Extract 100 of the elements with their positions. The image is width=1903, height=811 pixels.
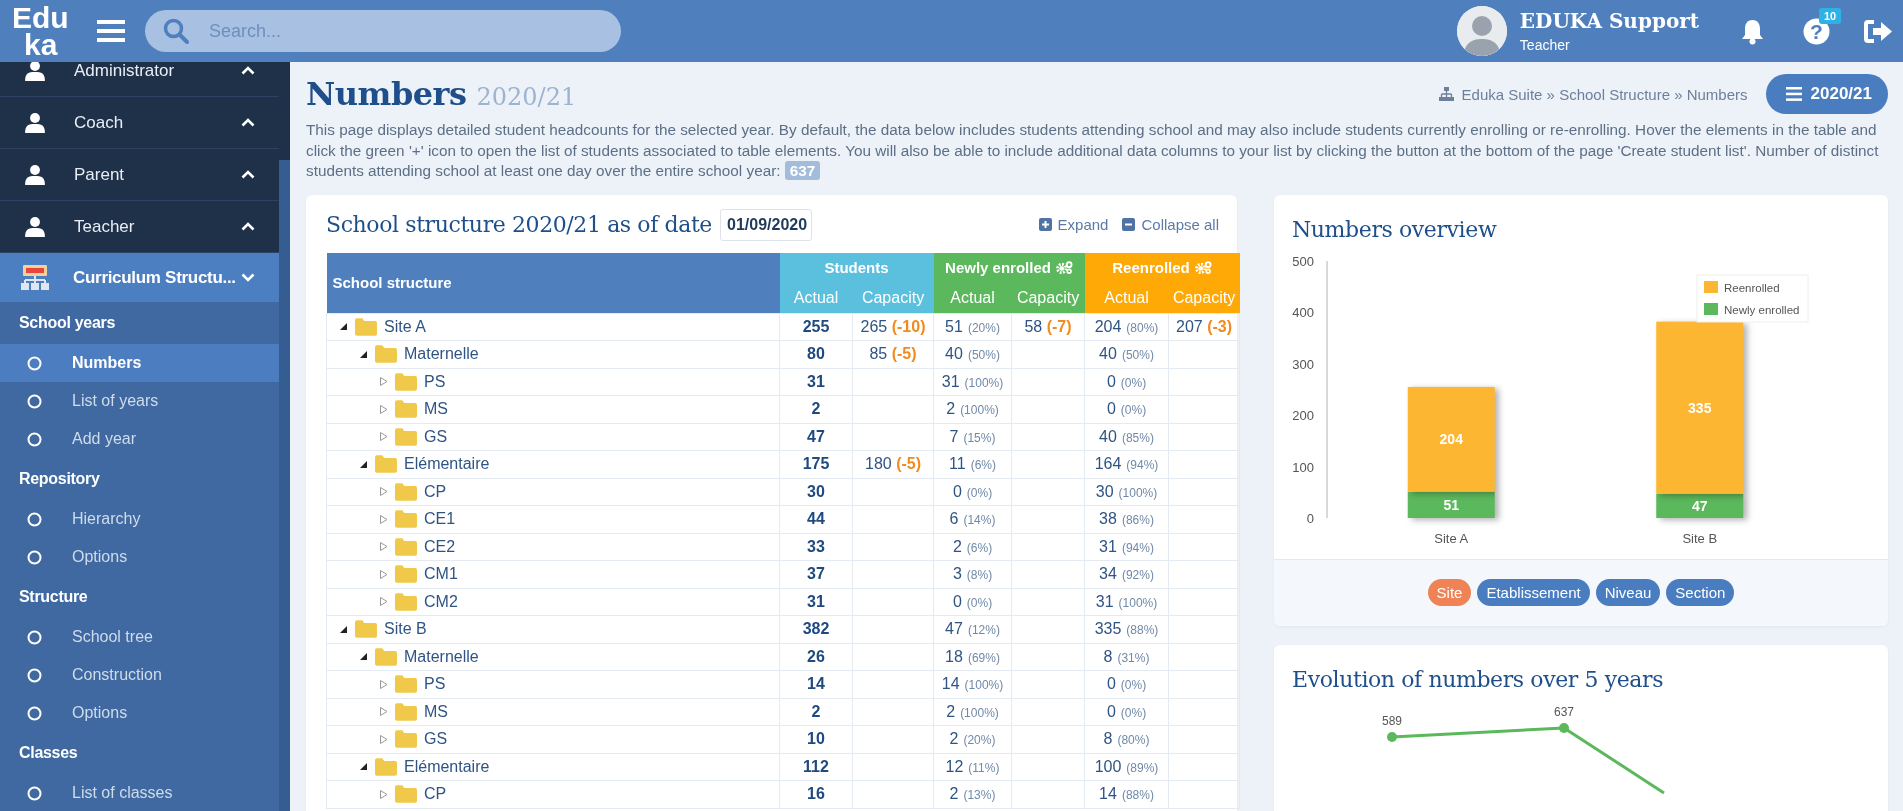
table-cell: 2 [779,698,853,726]
tree-node-label[interactable]: CP [424,482,447,501]
legend-label[interactable]: Newly enrolled [1724,303,1800,316]
filter-chip[interactable]: Niveau [1595,579,1661,606]
collapsed-triangle-icon[interactable] [379,487,388,497]
tree-node-label[interactable]: GS [424,427,448,446]
chevron-down-icon[interactable] [241,273,255,282]
card-title: School structure 2020/21 as of date [326,212,712,237]
column-group-label: Newly enrolled [945,259,1051,276]
table-cell: 47 [779,423,853,451]
sitemap-icon [1438,87,1454,101]
tree-node-label[interactable]: MS [424,400,448,419]
table-cell: 0 (0%) [933,588,1012,616]
sidebar-role-item[interactable]: Coach [0,97,279,149]
collapsed-triangle-icon[interactable] [379,707,388,717]
tree-node-label[interactable]: GS [424,730,448,749]
tree-node-label[interactable]: Maternelle [404,647,479,666]
expand-link[interactable]: Expand [1038,216,1109,233]
year-button[interactable]: 2020/21 [1765,74,1888,114]
sidebar-section-title: Classes [19,744,78,762]
tree-node-label[interactable]: Elémentaire [404,757,490,776]
collapsed-triangle-icon[interactable] [379,679,388,689]
folder-icon [375,757,397,776]
sidebar-item[interactable]: Hierarchy [0,500,279,538]
gears-icon[interactable] [1194,261,1212,274]
expanded-triangle-icon[interactable] [339,624,348,634]
chevron-up-icon[interactable] [241,66,255,75]
table-cell: 2 (6%) [933,533,1012,561]
sidebar-item[interactable]: Construction [0,656,279,694]
search-field[interactable]: Search... [145,10,621,52]
tree-node-label[interactable]: PS [424,675,446,694]
tree-node-label[interactable]: CE1 [424,510,456,529]
table-cell: 40 (50%) [933,340,1012,368]
tree-node-label[interactable]: CM1 [424,565,458,584]
filter-chip[interactable]: Etablissement [1477,579,1590,606]
sidebar-item[interactable]: Add year [0,420,279,458]
tree-node-label[interactable]: PS [424,372,446,391]
expanded-triangle-icon[interactable] [339,322,348,332]
date-field[interactable]: 01/09/2020 [720,208,812,241]
scrollbar-thumb[interactable] [279,160,290,811]
sidebar-item[interactable]: List of classes [0,774,279,811]
logo-text: Edu [12,4,70,31]
expanded-triangle-icon[interactable] [359,652,368,662]
table-cell: 14 (88%) [1084,780,1169,808]
collapsed-triangle-icon[interactable] [379,789,388,799]
tree-node-label[interactable]: Maternelle [404,345,479,364]
collapsed-triangle-icon[interactable] [379,432,388,442]
user-icon [24,215,46,238]
column-header: Capacity [1168,282,1240,313]
tree-node-label[interactable]: CE2 [424,537,456,556]
sidebar-item[interactable]: Numbers [0,344,279,382]
tree-node-label[interactable]: MS [424,702,448,721]
count-badge: 637 [784,161,821,180]
collapsed-triangle-icon[interactable] [379,597,388,607]
sidebar-item[interactable]: School tree [0,618,279,656]
sidebar-role-item[interactable]: Teacher [0,201,279,253]
user-icon [24,111,46,134]
sidebar-role-item[interactable]: Parent [0,149,279,201]
table-cell: 16 [779,780,853,808]
sidebar-item[interactable]: Options [0,694,279,732]
circle-icon [27,549,42,565]
gears-icon[interactable] [1055,261,1073,274]
sidebar-item[interactable]: Options [0,538,279,576]
tree-node-label[interactable]: Site A [384,317,426,336]
collapsed-triangle-icon[interactable] [379,404,388,414]
table-cell: 47 (12%) [933,615,1012,643]
chevron-up-icon[interactable] [241,118,255,127]
collapsed-triangle-icon[interactable] [379,377,388,387]
search-icon [163,18,189,44]
tree-node-label[interactable]: Elémentaire [404,455,490,474]
bar-value-label: 51 [1443,496,1460,513]
bell-icon[interactable] [1739,17,1766,45]
filter-chip[interactable]: Section [1666,579,1735,606]
chevron-up-icon[interactable] [241,170,255,179]
sidebar-module-item[interactable]: Curriculum Structu... [0,253,279,302]
chevron-up-icon[interactable] [241,222,255,231]
table-cell: 265 (-10) [852,313,934,341]
legend-label[interactable]: Reenrolled [1724,281,1780,294]
card-title: Numbers overview [1291,215,1498,242]
expanded-triangle-icon[interactable] [359,459,368,469]
tree-node-label[interactable]: CM2 [424,592,458,611]
breadcrumb[interactable]: Eduka Suite » School Structure » Numbers [1461,85,1748,103]
sidebar-role-item[interactable]: Administrator [0,62,279,97]
expanded-triangle-icon[interactable] [359,762,368,772]
menu-icon[interactable] [97,19,125,43]
logout-icon[interactable] [1864,18,1893,44]
collapsed-triangle-icon[interactable] [379,734,388,744]
sidebar-item[interactable]: List of years [0,382,279,420]
tree-node-label[interactable]: Site B [384,620,427,639]
avatar-silhouette[interactable] [1456,6,1507,56]
collapse-all-link[interactable]: Collapse all [1122,216,1219,233]
expanded-triangle-icon[interactable] [359,349,368,359]
tree-node-label[interactable]: CP [424,785,447,804]
collapsed-triangle-icon[interactable] [379,514,388,524]
data-point [1559,722,1569,733]
table-cell: 2 (20%) [933,725,1012,753]
bar-value-label: 204 [1439,430,1463,447]
collapsed-triangle-icon[interactable] [379,542,388,552]
collapsed-triangle-icon[interactable] [379,569,388,579]
circle-icon [27,355,42,371]
